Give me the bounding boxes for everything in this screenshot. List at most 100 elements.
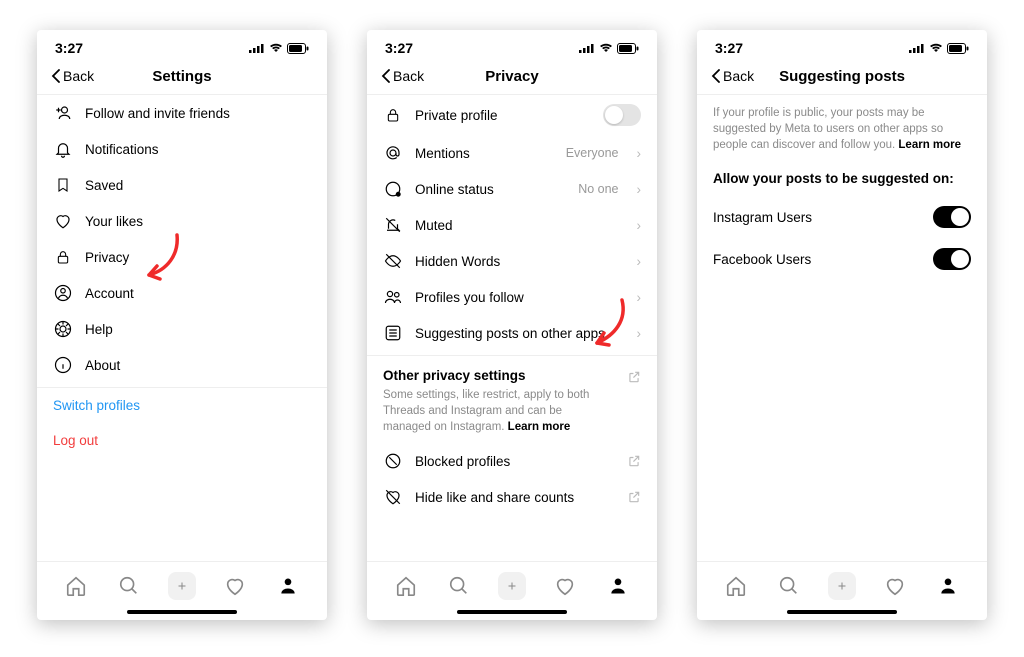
row-label: Hide like and share counts	[415, 490, 615, 505]
row-suggesting-posts[interactable]: Suggesting posts on other apps ›	[367, 315, 657, 351]
learn-more-link[interactable]: Learn more	[898, 139, 961, 151]
status-bar: 3:27	[37, 30, 327, 62]
lock-icon	[385, 106, 401, 124]
home-icon	[395, 575, 417, 597]
row-mentions[interactable]: Mentions Everyone ›	[367, 135, 657, 171]
list-icon	[384, 324, 402, 342]
row-hidden-words[interactable]: Hidden Words ›	[367, 243, 657, 279]
tab-home[interactable]	[392, 572, 420, 600]
row-label: Follow and invite friends	[85, 106, 311, 121]
back-button[interactable]: Back	[51, 68, 94, 84]
heart-outline-icon	[884, 575, 906, 597]
home-indicator	[787, 610, 897, 614]
row-online-status[interactable]: Online status No one ›	[367, 171, 657, 207]
switch-profiles-button[interactable]: Switch profiles	[37, 388, 327, 423]
instagram-users-toggle[interactable]	[933, 206, 971, 228]
signal-icon	[249, 43, 265, 53]
row-label: Blocked profiles	[415, 454, 615, 469]
phone-privacy: 3:27 Back Privacy Private profile Mentio…	[367, 30, 657, 620]
row-label: Muted	[415, 218, 625, 233]
option-label: Instagram Users	[713, 210, 812, 225]
chevron-left-icon	[51, 69, 61, 83]
back-button[interactable]: Back	[381, 68, 424, 84]
option-label: Facebook Users	[713, 252, 811, 267]
at-icon	[384, 144, 402, 162]
row-profiles-follow[interactable]: Profiles you follow ›	[367, 279, 657, 315]
row-account[interactable]: Account	[37, 275, 327, 311]
status-icon	[384, 180, 402, 198]
chevron-left-icon	[381, 69, 391, 83]
row-label: About	[85, 358, 311, 373]
tab-activity[interactable]	[221, 572, 249, 600]
chevron-right-icon: ›	[637, 146, 642, 161]
nav-header: Back Settings	[37, 62, 327, 95]
status-bar: 3:27	[367, 30, 657, 62]
profile-circle-icon	[54, 284, 72, 302]
row-notifications[interactable]: Notifications	[37, 131, 327, 167]
person-icon	[938, 576, 958, 596]
status-bar: 3:27	[697, 30, 987, 62]
tab-profile[interactable]	[274, 572, 302, 600]
learn-more-link[interactable]: Learn more	[508, 421, 571, 433]
status-time: 3:27	[55, 40, 83, 56]
tab-create[interactable]	[828, 572, 856, 600]
tab-activity[interactable]	[881, 572, 909, 600]
back-label: Back	[63, 68, 94, 84]
tab-activity[interactable]	[551, 572, 579, 600]
row-facebook-users: Facebook Users	[697, 238, 987, 280]
facebook-users-toggle[interactable]	[933, 248, 971, 270]
row-private-profile[interactable]: Private profile	[367, 95, 657, 135]
tab-profile[interactable]	[934, 572, 962, 600]
back-button[interactable]: Back	[711, 68, 754, 84]
block-icon	[384, 452, 402, 470]
wifi-icon	[599, 43, 613, 53]
tab-create[interactable]	[498, 572, 526, 600]
chevron-left-icon	[711, 69, 721, 83]
battery-icon	[617, 43, 639, 54]
row-label: Notifications	[85, 142, 311, 157]
row-label: Private profile	[415, 108, 591, 123]
external-link-icon	[627, 490, 641, 504]
add-user-icon	[54, 104, 72, 122]
logout-button[interactable]: Log out	[37, 423, 327, 458]
status-time: 3:27	[715, 40, 743, 56]
help-icon	[54, 320, 72, 338]
tab-search[interactable]	[445, 572, 473, 600]
back-label: Back	[723, 68, 754, 84]
row-privacy[interactable]: Privacy	[37, 239, 327, 275]
tab-profile[interactable]	[604, 572, 632, 600]
external-link-icon	[627, 370, 641, 384]
tab-home[interactable]	[62, 572, 90, 600]
row-label: Hidden Words	[415, 254, 625, 269]
nav-header: Back Suggesting posts	[697, 62, 987, 95]
info-icon	[54, 356, 72, 374]
row-blocked-profiles[interactable]: Blocked profiles	[367, 443, 657, 479]
bottom-nav	[37, 561, 327, 620]
row-label: Your likes	[85, 214, 311, 229]
suggesting-content: If your profile is public, your posts ma…	[697, 95, 987, 561]
row-label: Online status	[415, 182, 566, 197]
row-muted[interactable]: Muted ›	[367, 207, 657, 243]
chevron-right-icon: ›	[637, 290, 642, 305]
other-settings-desc: Some settings, like restrict, apply to b…	[367, 385, 627, 443]
tab-search[interactable]	[775, 572, 803, 600]
row-hide-like-counts[interactable]: Hide like and share counts	[367, 479, 657, 515]
bell-off-icon	[384, 216, 402, 234]
battery-icon	[287, 43, 309, 54]
settings-list: Follow and invite friends Notifications …	[37, 95, 327, 561]
tab-search[interactable]	[115, 572, 143, 600]
private-profile-toggle[interactable]	[603, 104, 641, 126]
tab-create[interactable]	[168, 572, 196, 600]
row-about[interactable]: About	[37, 347, 327, 383]
chevron-right-icon: ›	[637, 254, 642, 269]
row-label: Suggesting posts on other apps	[415, 326, 625, 341]
allow-title: Allow your posts to be suggested on:	[697, 163, 987, 196]
search-icon	[778, 575, 800, 597]
row-help[interactable]: Help	[37, 311, 327, 347]
bottom-nav	[697, 561, 987, 620]
row-follow-invite[interactable]: Follow and invite friends	[37, 95, 327, 131]
row-likes[interactable]: Your likes	[37, 203, 327, 239]
row-saved[interactable]: Saved	[37, 167, 327, 203]
privacy-list: Private profile Mentions Everyone › Onli…	[367, 95, 657, 561]
tab-home[interactable]	[722, 572, 750, 600]
